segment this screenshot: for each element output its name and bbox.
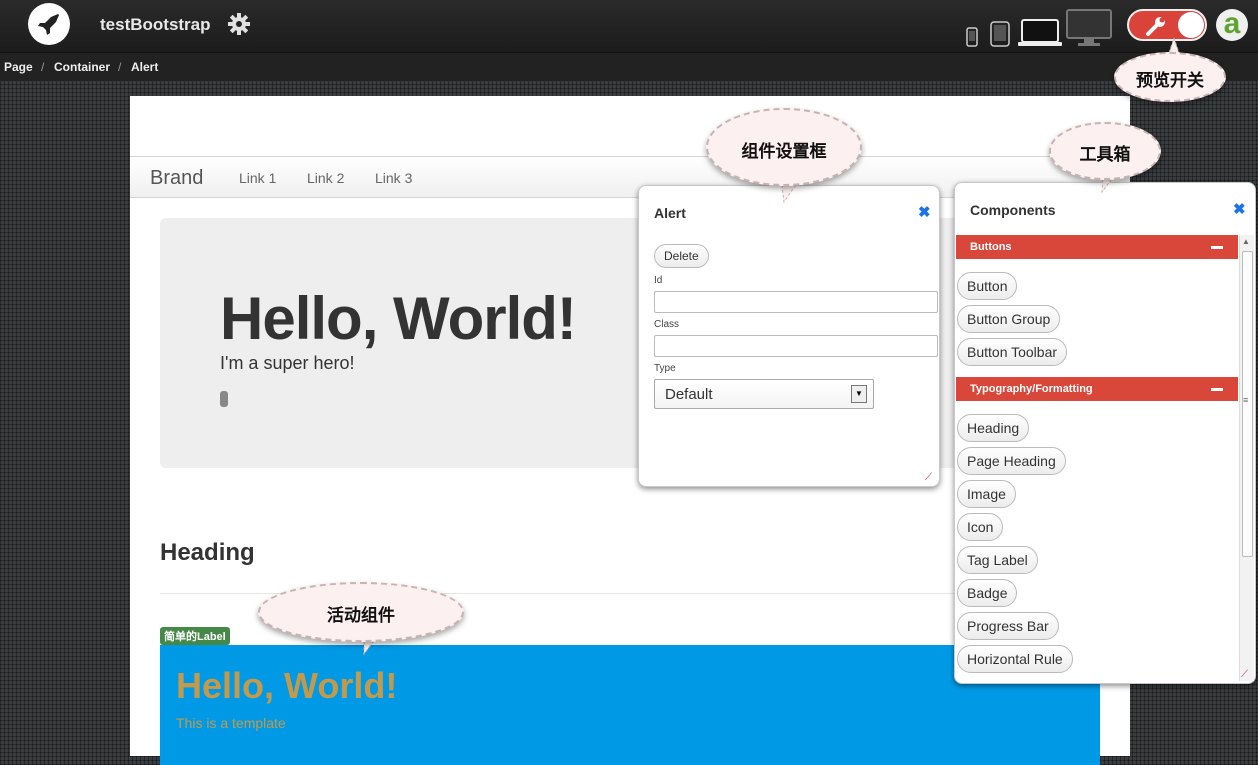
component-icon[interactable]: Icon [957,513,1004,541]
component-horizontal-rule[interactable]: Horizontal Rule [957,645,1073,673]
callout-toolbox-text: 工具箱 [1079,145,1131,164]
rocket-icon[interactable] [28,3,70,45]
breadcrumb-item-page[interactable]: Page [4,60,33,74]
component-image[interactable]: Image [957,480,1016,508]
navbar-link-3[interactable]: Link 3 [375,170,412,186]
callout-preview-toggle: 预览开关 [1114,52,1226,102]
active-component-subtitle: This is a template [176,715,286,731]
resize-handle-icon[interactable]: ⟋ [925,472,932,483]
close-icon[interactable]: ✖ [918,203,931,221]
tag-label[interactable]: 简单的Label [160,627,230,645]
callout-settings-box-text: 组件设置框 [741,142,827,161]
avatar-icon[interactable]: a [1216,7,1248,41]
hero-subtitle: I'm a super hero! [220,353,355,373]
section-heading[interactable]: Heading [160,539,255,567]
avatar-glyph: a [1223,7,1241,40]
type-select-value: Default [665,386,713,403]
active-component-title: Hello, World! [176,665,398,706]
minus-icon[interactable] [1211,246,1223,249]
navbar-brand[interactable]: Brand [150,167,203,190]
class-field[interactable] [654,335,938,357]
section-typography[interactable]: Typography/Formatting [956,377,1238,401]
callout-preview-toggle-text: 预览开关 [1136,71,1204,90]
id-field[interactable] [654,291,938,313]
section-typography-label: Typography/Formatting [970,383,1093,395]
component-button-group[interactable]: Button Group [957,305,1061,333]
phone-icon[interactable] [966,27,978,52]
components-panel-title: Components [970,202,1056,218]
component-tag-label[interactable]: Tag Label [957,546,1038,574]
settings-panel[interactable]: Alert ✖ Delete Id Class Type Default ▼ ⟋ [638,185,940,487]
component-button-toolbar[interactable]: Button Toolbar [957,338,1068,366]
navbar-link-1[interactable]: Link 1 [239,170,276,186]
top-bar: testBootstrap a [0,0,1258,53]
id-label: Id [654,275,663,286]
settings-panel-title: Alert [654,205,686,221]
component-heading[interactable]: Heading [957,414,1030,442]
minus-icon[interactable] [1211,388,1223,391]
class-label: Class [654,319,680,330]
components-scrollbar[interactable]: ▲ ≡ [1239,235,1254,681]
hero-title: Hello, World! [220,285,577,352]
desktop-icon[interactable] [1066,9,1112,52]
app-title: testBootstrap [100,15,211,34]
breadcrumb-separator: / [41,60,45,74]
toggle-knob[interactable] [1178,12,1204,38]
laptop-icon[interactable] [1018,18,1062,53]
breadcrumb-item-container[interactable]: Container [54,60,110,74]
chevron-down-icon[interactable]: ▼ [851,385,867,403]
close-icon[interactable]: ✖ [1233,200,1246,218]
callout-active-component: 活动组件 [258,582,464,642]
navbar-link-2[interactable]: Link 2 [307,170,344,186]
resize-handle-icon[interactable]: ⟋ [1241,669,1248,680]
component-progress-bar[interactable]: Progress Bar [957,612,1059,640]
callout-settings-box: 组件设置框 [706,108,862,186]
callout-toolbox: 工具箱 [1049,122,1161,180]
breadcrumb-item-alert[interactable]: Alert [131,60,158,74]
gear-icon[interactable] [227,12,251,41]
component-page-heading[interactable]: Page Heading [957,447,1066,475]
breadcrumb: Page / Container / Alert [0,53,1258,81]
type-select[interactable]: Default ▼ [654,379,874,409]
section-buttons-label: Buttons [970,241,1012,253]
section-buttons[interactable]: Buttons [956,235,1238,259]
component-badge[interactable]: Badge [957,579,1018,607]
components-panel[interactable]: Components ✖ Buttons Button Button Group… [954,182,1256,684]
scroll-grip-icon: ≡ [1243,395,1249,405]
type-label: Type [654,363,676,374]
hero-button[interactable] [220,391,228,407]
scroll-up-icon[interactable]: ▲ [1242,237,1250,246]
tablet-icon[interactable] [990,21,1010,52]
callout-active-component-text: 活动组件 [327,606,395,625]
component-button[interactable]: Button [957,272,1018,300]
preview-toggle[interactable] [1127,9,1207,41]
breadcrumb-separator: / [118,60,122,74]
delete-button[interactable]: Delete [654,244,709,268]
